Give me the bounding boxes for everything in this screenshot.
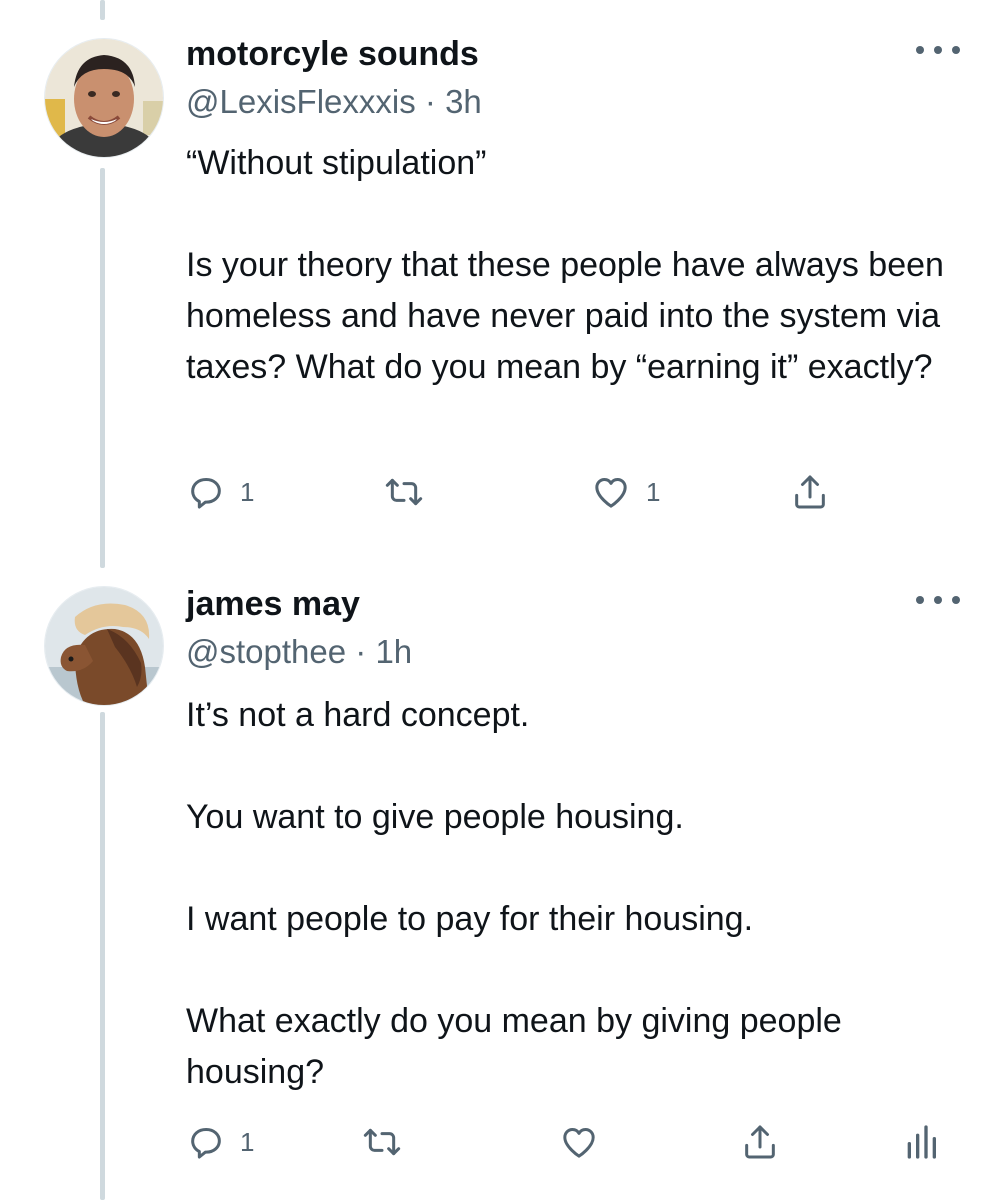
- timestamp[interactable]: 3h: [445, 83, 482, 120]
- retweet-button[interactable]: [382, 470, 440, 514]
- separator: ·: [355, 633, 376, 670]
- like-button[interactable]: [558, 1120, 614, 1164]
- retweet-icon: [385, 478, 423, 506]
- reply-button[interactable]: 1: [186, 470, 254, 514]
- more-options-icon[interactable]: [916, 590, 960, 610]
- reply-icon: [191, 478, 221, 509]
- analytics-icon: [907, 1125, 936, 1159]
- separator: ·: [424, 83, 446, 120]
- more-dot: [952, 596, 960, 604]
- heart-icon: [595, 478, 627, 508]
- display-name[interactable]: motorcyle sounds: [186, 34, 479, 74]
- action-bar: 1: [186, 1120, 946, 1164]
- more-dot: [916, 596, 924, 604]
- tweet[interactable]: james may @stopthee · 1h It’s not a hard…: [0, 560, 1004, 1200]
- retweet-icon: [363, 1128, 401, 1156]
- avatar[interactable]: [44, 586, 164, 706]
- heart-icon: [563, 1128, 595, 1158]
- like-count: 1: [646, 476, 661, 507]
- tweet[interactable]: motorcyle sounds @LexisFlexxxis · 3h “Wi…: [0, 0, 1004, 560]
- reply-icon: [191, 1128, 221, 1159]
- handle-row: @stopthee · 1h: [186, 632, 412, 672]
- more-dot: [934, 46, 942, 54]
- handle[interactable]: @stopthee: [186, 633, 346, 670]
- more-dot: [916, 46, 924, 54]
- avatar[interactable]: [44, 38, 164, 158]
- display-name[interactable]: james may: [186, 584, 360, 624]
- reply-button[interactable]: 1: [186, 1120, 254, 1164]
- timestamp[interactable]: 1h: [375, 633, 412, 670]
- tweet-text: It’s not a hard concept. You want to giv…: [186, 696, 842, 1091]
- share-button[interactable]: [740, 1120, 780, 1164]
- share-icon: [745, 1125, 775, 1159]
- more-dot: [952, 46, 960, 54]
- handle[interactable]: @LexisFlexxxis: [186, 83, 416, 120]
- tweet-text: “Without stipulation” Is your theory tha…: [186, 144, 944, 386]
- share-icon: [795, 475, 825, 509]
- more-dot: [934, 596, 942, 604]
- analytics-button[interactable]: [904, 1120, 938, 1164]
- like-button[interactable]: 1: [590, 470, 660, 514]
- action-bar: 1 1: [186, 470, 886, 514]
- reply-count: 1: [240, 476, 255, 507]
- handle-row: @LexisFlexxxis · 3h: [186, 82, 482, 122]
- more-options-icon[interactable]: [916, 40, 960, 60]
- reply-count: 1: [240, 1126, 255, 1157]
- share-button[interactable]: [790, 470, 830, 514]
- retweet-button[interactable]: [360, 1120, 418, 1164]
